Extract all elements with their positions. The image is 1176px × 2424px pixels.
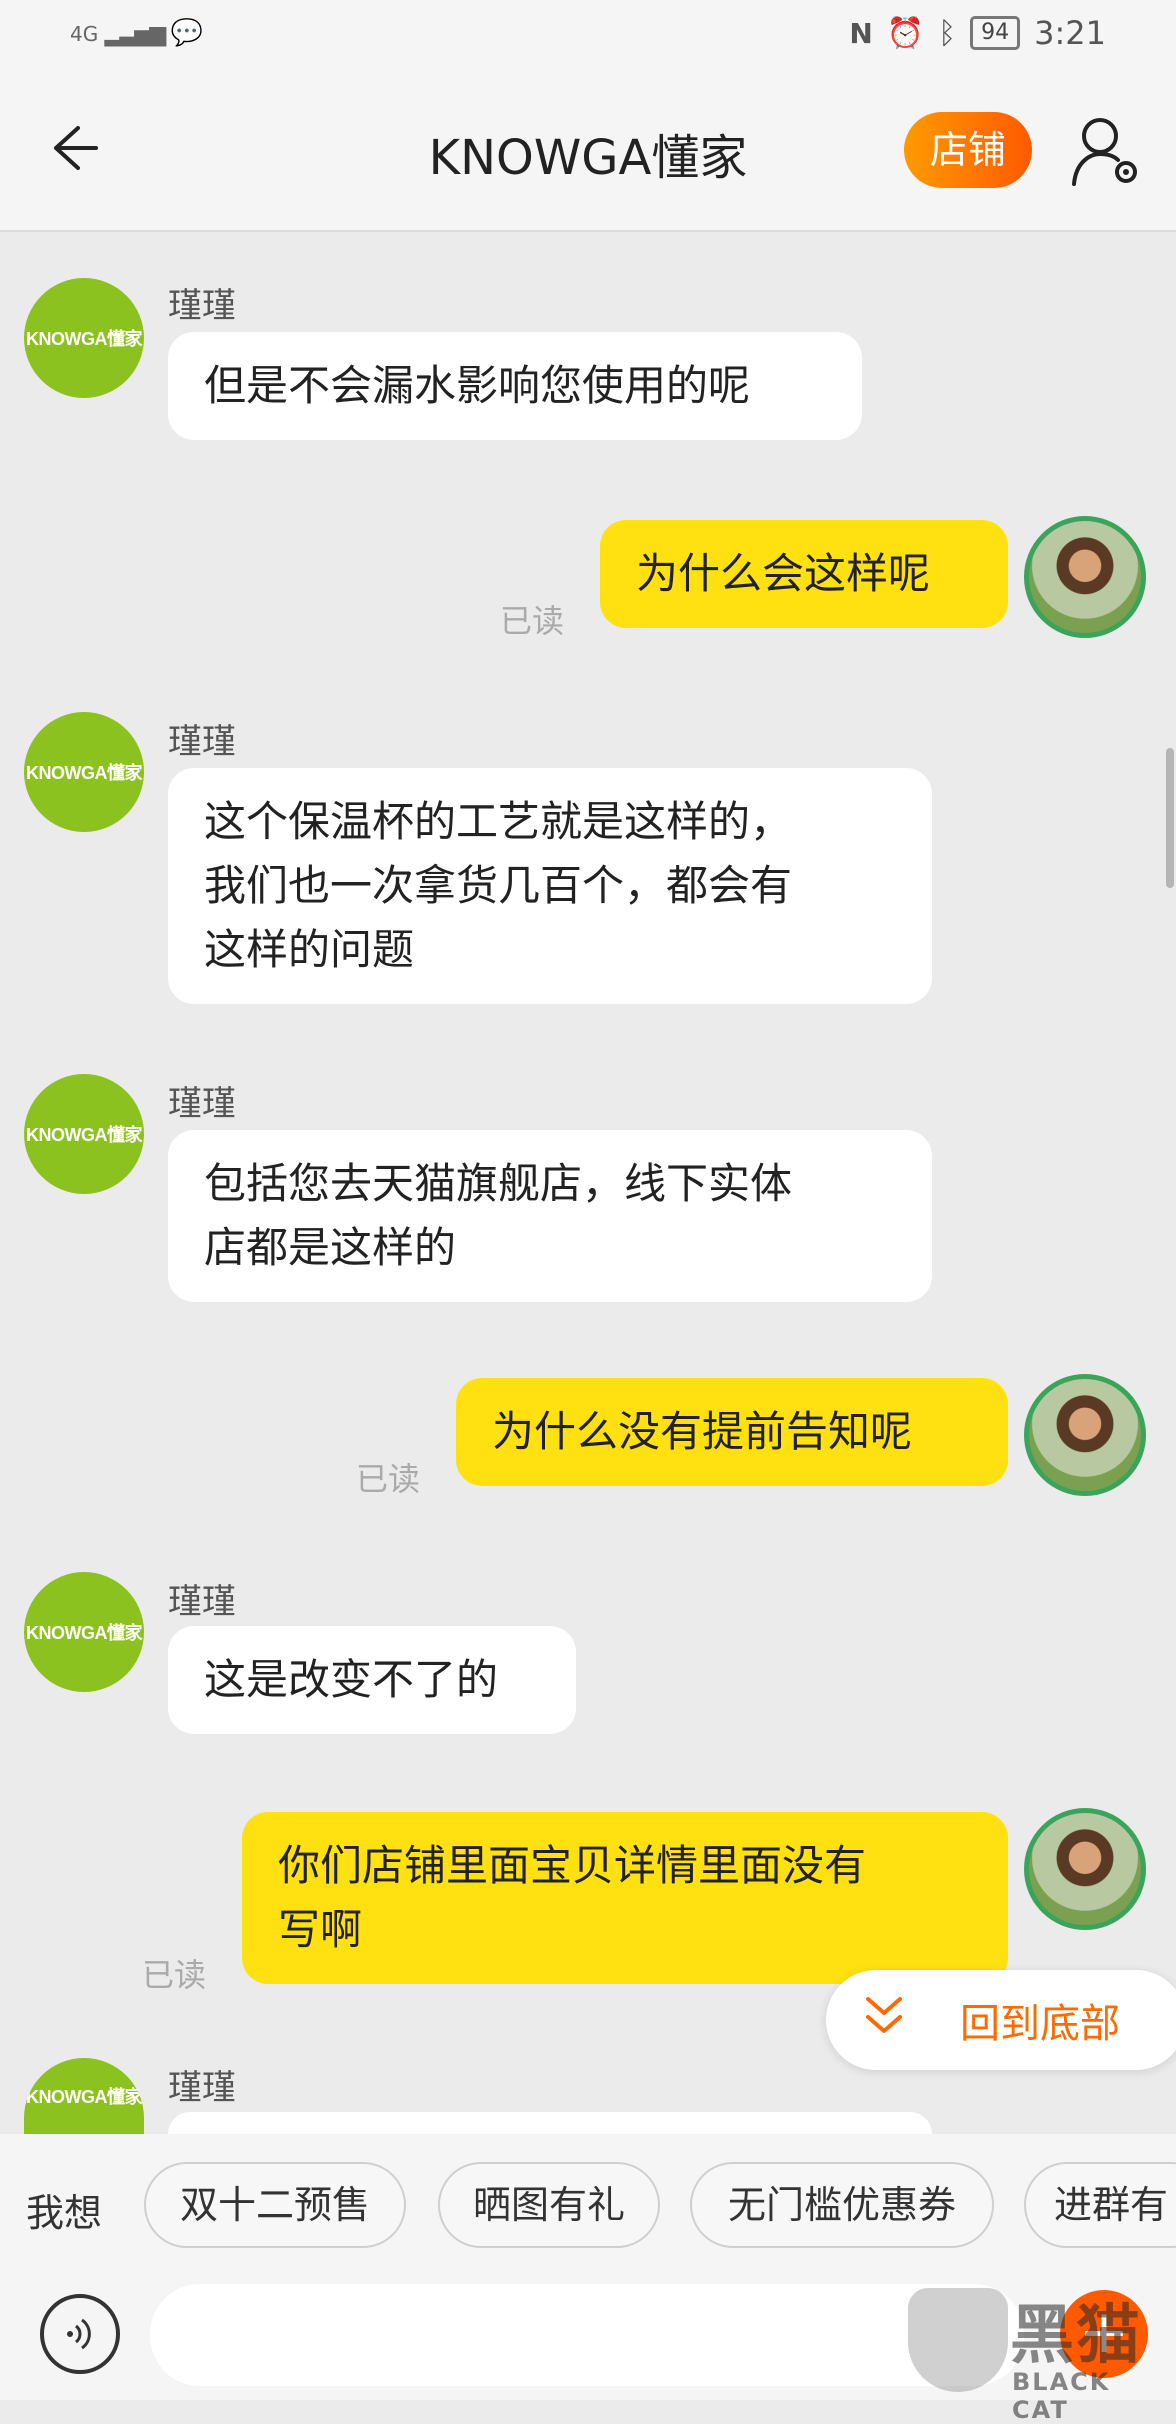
sender-name: 瑾瑾: [168, 1084, 236, 1124]
user-avatar[interactable]: [1024, 516, 1146, 638]
shop-avatar[interactable]: KNOWGA懂家: [24, 1572, 144, 1692]
shop-avatar[interactable]: KNOWGA懂家: [24, 278, 144, 398]
user-avatar[interactable]: [1024, 1374, 1146, 1496]
message-bubble-incoming[interactable]: [168, 2112, 932, 2134]
clock: 3:21: [1034, 14, 1106, 52]
message-bubble-incoming[interactable]: 但是不会漏水影响您使用的呢: [168, 332, 862, 440]
sender-name: 瑾瑾: [168, 286, 236, 326]
network-label: 4G: [70, 22, 99, 46]
read-receipt: 已读: [356, 1460, 421, 1498]
quick-reply-chip[interactable]: 双十二预售: [144, 2162, 406, 2248]
status-bar: 4G ▂▃▅▆ 💬 N ⏰ ᛒ 94 3:21: [0, 0, 1176, 70]
message-bubble-incoming[interactable]: 这个保温杯的工艺就是这样的， 我们也一次拿货几百个，都会有 这样的问题: [168, 768, 932, 1004]
scroll-to-bottom-button[interactable]: 回到底部: [826, 1970, 1176, 2070]
status-right: N ⏰ ᛒ 94 3:21: [849, 14, 1106, 52]
sender-name: 瑾瑾: [168, 2068, 236, 2108]
quick-reply-chip[interactable]: 晒图有礼: [438, 2162, 660, 2248]
user-settings-icon[interactable]: [1070, 114, 1140, 188]
watermark: 黑猫 BLACK CAT: [900, 2280, 1176, 2424]
watermark-en: BLACK CAT: [1012, 2368, 1111, 2424]
shop-avatar[interactable]: KNOWGA懂家: [24, 1074, 144, 1194]
message-line: 我们也一次拿货几百个，都会有: [204, 861, 793, 910]
user-avatar[interactable]: [1024, 1808, 1146, 1930]
wechat-icon: 💬: [170, 18, 204, 48]
cat-shield-icon: [908, 2288, 1008, 2392]
nfc-icon: N: [849, 16, 873, 50]
quick-reply-prefix: 我想: [26, 2191, 103, 2235]
sender-name: 瑾瑾: [168, 1582, 236, 1622]
message-bubble-outgoing[interactable]: 为什么没有提前告知呢: [456, 1378, 1008, 1486]
chevron-double-down-icon: [864, 1993, 924, 2047]
chat-header: KNOWGA懂家 店铺: [0, 70, 1176, 232]
message-input[interactable]: [150, 2284, 1024, 2386]
signal-indicator: 4G ▂▃▅▆ 💬: [70, 18, 203, 48]
quick-reply-chip[interactable]: 无门槛优惠券: [690, 2162, 994, 2248]
bluetooth-icon: ᛒ: [938, 15, 957, 51]
shop-button[interactable]: 店铺: [904, 112, 1032, 188]
sender-name: 瑾瑾: [168, 722, 236, 762]
scroll-to-bottom-label: 回到底部: [960, 2001, 1120, 2047]
scrollbar[interactable]: [1166, 748, 1174, 888]
message-line: 你们店铺里面宝贝详情里面没有: [278, 1841, 867, 1890]
shop-avatar[interactable]: KNOWGA懂家: [24, 2058, 144, 2134]
quick-reply-chip[interactable]: 进群有: [1024, 2162, 1176, 2248]
message-line: 这样的问题: [204, 925, 415, 974]
quick-reply-bar: 我想 双十二预售 晒图有礼 无门槛优惠券 进群有: [0, 2134, 1176, 2274]
message-bubble-incoming[interactable]: 这是改变不了的: [168, 1626, 576, 1734]
message-line: 包括您去天猫旗舰店，线下实体: [204, 1159, 793, 1208]
message-bubble-incoming[interactable]: 包括您去天猫旗舰店，线下实体 店都是这样的: [168, 1130, 932, 1302]
alarm-icon: ⏰: [886, 15, 925, 51]
watermark-cn: 黑猫: [1010, 2299, 1142, 2373]
message-bubble-outgoing[interactable]: 为什么会这样呢: [600, 520, 1008, 628]
battery-indicator: 94: [970, 16, 1021, 50]
signal-bars-icon: ▂▃▅▆: [104, 22, 167, 47]
read-receipt: 已读: [142, 1956, 207, 1994]
read-receipt: 已读: [500, 602, 565, 640]
message-line: 写啊: [278, 1905, 363, 1954]
shop-avatar[interactable]: KNOWGA懂家: [24, 712, 144, 832]
message-bubble-outgoing[interactable]: 你们店铺里面宝贝详情里面没有 写啊: [242, 1812, 1008, 1984]
message-line: 这个保温杯的工艺就是这样的，: [204, 797, 793, 846]
voice-input-icon[interactable]: [40, 2294, 120, 2374]
message-line: 店都是这样的: [204, 1223, 457, 1272]
